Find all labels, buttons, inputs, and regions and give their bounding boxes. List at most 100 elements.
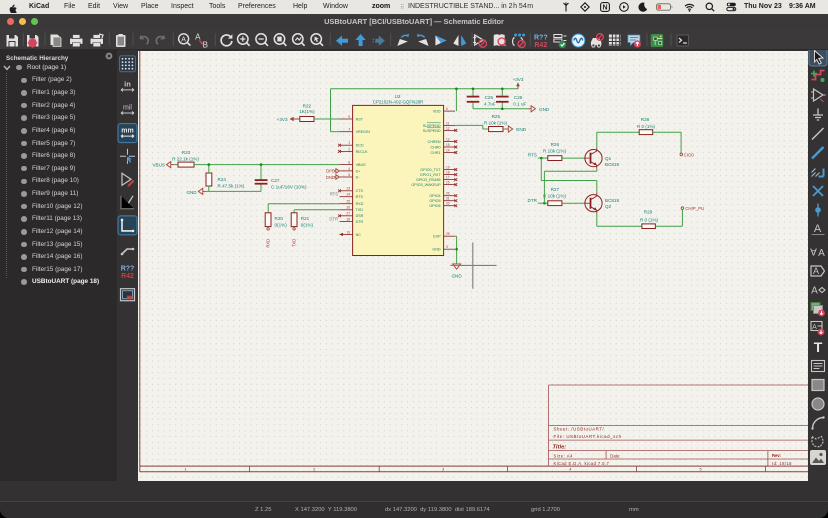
- svg-text:Title:: Title:: [553, 445, 567, 451]
- svg-text:CTS: CTS: [356, 189, 364, 193]
- svg-text:GPIO1_RXT: GPIO1_RXT: [420, 173, 441, 177]
- svg-text:A: A: [181, 36, 186, 43]
- svg-text:VBUS: VBUS: [356, 163, 367, 167]
- svg-text:mm: mm: [121, 128, 133, 135]
- svg-text:VREGIN: VREGIN: [356, 130, 370, 134]
- svg-text:R 10k (1%): R 10k (1%): [484, 120, 507, 125]
- svg-text:C27: C27: [271, 178, 280, 183]
- svg-text:Rev:: Rev:: [772, 453, 781, 458]
- svg-text:R42: R42: [534, 42, 547, 49]
- svg-text:R20: R20: [275, 216, 284, 221]
- svg-text:GPIO4: GPIO4: [429, 194, 440, 198]
- svg-text:16: 16: [446, 181, 450, 185]
- svg-text:GND: GND: [186, 190, 197, 195]
- svg-text:4: 4: [348, 167, 350, 171]
- svg-text:4.7uF: 4.7uF: [484, 101, 496, 106]
- svg-text:A: A: [813, 266, 819, 276]
- svg-text:1K(1%): 1K(1%): [299, 109, 315, 114]
- svg-text:RTS: RTS: [356, 195, 364, 199]
- svg-text:7: 7: [348, 128, 350, 132]
- svg-text:27: 27: [346, 212, 350, 216]
- svg-text:R27: R27: [551, 187, 560, 192]
- svg-text:Size: A4: Size: A4: [554, 453, 574, 458]
- svg-text:NC: NC: [356, 233, 362, 237]
- svg-text:GPIO0_TXT: GPIO0_TXT: [420, 168, 441, 172]
- svg-text:19: 19: [446, 166, 450, 170]
- svg-text:mil: mil: [123, 105, 132, 112]
- svg-text:R 10k (1%): R 10k (1%): [543, 194, 566, 199]
- svg-text:0(1%): 0(1%): [301, 222, 314, 227]
- svg-text:Id: 18/18: Id: 18/18: [772, 461, 792, 466]
- svg-text:RTS: RTS: [330, 191, 339, 196]
- svg-text:24: 24: [346, 193, 350, 197]
- svg-text:14: 14: [446, 148, 450, 152]
- svg-text:R??: R??: [121, 266, 135, 273]
- svg-text:in: in: [124, 79, 131, 88]
- svg-text:0.1 uF: 0.1 uF: [513, 101, 526, 106]
- svg-text:GPIO6: GPIO6: [429, 204, 440, 208]
- svg-text:DCD: DCD: [356, 144, 364, 148]
- svg-text:Date:: Date:: [610, 453, 620, 458]
- svg-text:21: 21: [446, 197, 450, 201]
- svg-text:RXD: RXD: [356, 202, 364, 206]
- svg-text:9: 9: [348, 115, 350, 119]
- svg-text:R 47.5k (1%): R 47.5k (1%): [218, 183, 245, 188]
- svg-text:CHIP_PU: CHIP_PU: [685, 206, 704, 211]
- svg-text:+3V3: +3V3: [513, 77, 524, 82]
- svg-text:U3: U3: [395, 94, 401, 99]
- svg-text:GND: GND: [516, 127, 527, 132]
- svg-text:2: 2: [313, 467, 315, 471]
- svg-text:BC818: BC818: [605, 162, 619, 167]
- svg-text:VDD: VDD: [433, 110, 441, 114]
- svg-text:Q1: Q1: [605, 156, 612, 161]
- svg-text:DSR: DSR: [356, 214, 364, 218]
- svg-text:R26: R26: [551, 142, 560, 147]
- svg-text:N: N: [602, 5, 607, 12]
- svg-text:R??: R??: [534, 35, 548, 42]
- svg-text:29: 29: [446, 232, 450, 236]
- svg-text:8: 8: [348, 161, 350, 165]
- svg-text:TXD: TXD: [356, 208, 364, 212]
- svg-text:RTS: RTS: [528, 153, 537, 158]
- svg-text:R29: R29: [644, 209, 653, 214]
- svg-text:DTR: DTR: [356, 220, 364, 224]
- svg-text:DPD: DPD: [326, 169, 335, 174]
- svg-text:2: 2: [348, 147, 350, 151]
- svg-text:C25: C25: [485, 95, 494, 100]
- svg-text:22: 22: [446, 192, 450, 196]
- svg-text:DND: DND: [326, 175, 335, 180]
- svg-text:3: 3: [442, 467, 444, 471]
- svg-text:Sheet: /USBtoUART/: Sheet: /USBtoUART/: [554, 427, 605, 432]
- svg-text:28: 28: [346, 218, 350, 222]
- svg-text:R42: R42: [121, 273, 134, 280]
- svg-text:1: 1: [185, 467, 187, 471]
- svg-text:File: USBtoUART.kicad_sch: File: USBtoUART.kicad_sch: [554, 434, 622, 439]
- svg-text:GND: GND: [432, 248, 441, 252]
- svg-text:T: T: [814, 339, 823, 355]
- svg-text:SUSPEND: SUSPEND: [423, 129, 441, 133]
- svg-text:R 10k (1%): R 10k (1%): [543, 148, 566, 153]
- svg-text:EXP: EXP: [433, 235, 441, 239]
- svg-text:VBUS: VBUS: [152, 162, 165, 167]
- svg-text:Q2: Q2: [605, 204, 612, 209]
- svg-text:SUSPEND: SUSPEND: [423, 124, 441, 128]
- svg-text:R25: R25: [492, 114, 501, 119]
- svg-text:11: 11: [446, 121, 450, 125]
- svg-text:R24: R24: [218, 177, 227, 182]
- svg-text:25: 25: [346, 200, 350, 204]
- svg-text:20: 20: [446, 202, 450, 206]
- svg-text:R 0 (1%): R 0 (1%): [637, 124, 656, 129]
- svg-text:GPIO2_RS485: GPIO2_RS485: [416, 178, 441, 182]
- svg-text:A: A: [811, 286, 818, 297]
- svg-text:DTR: DTR: [329, 216, 338, 221]
- svg-text:13: 13: [446, 137, 450, 141]
- svg-text:R22: R22: [303, 103, 312, 108]
- svg-text:D+: D+: [356, 169, 361, 173]
- svg-text:R 0 (1%): R 0 (1%): [640, 217, 659, 222]
- svg-text:GPIO3_WAKEUP: GPIO3_WAKEUP: [411, 183, 441, 187]
- svg-text:A: A: [810, 246, 817, 257]
- svg-text:KiCad E.D.A. kicad 7.0.7: KiCad E.D.A. kicad 7.0.7: [554, 461, 610, 466]
- svg-text:R 22.1k (1%): R 22.1k (1%): [172, 156, 199, 161]
- svg-text:0(1%): 0(1%): [275, 222, 288, 227]
- svg-text:+3V3: +3V3: [277, 117, 288, 122]
